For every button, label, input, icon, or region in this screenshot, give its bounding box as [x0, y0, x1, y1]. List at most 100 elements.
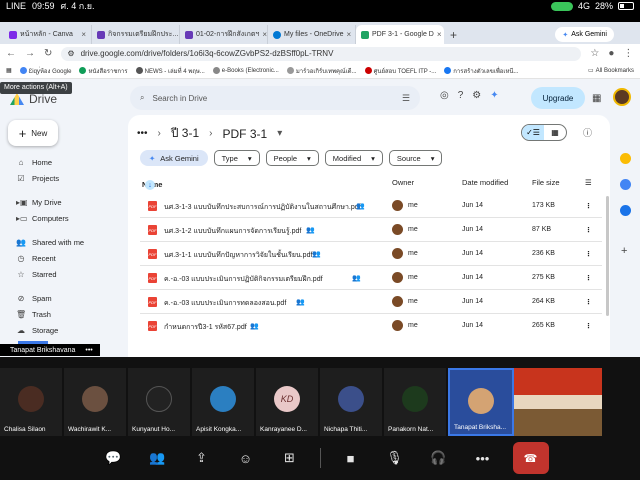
camera-icon[interactable]: ■: [329, 443, 373, 473]
gemini-sparkle-icon[interactable]: ✦: [490, 90, 498, 101]
bookmark-item[interactable]: ศูนย์สอบ TOEFL ITP -...: [364, 66, 436, 76]
offline-status-icon[interactable]: ◎: [440, 90, 449, 101]
tab-forms-2[interactable]: 01-02-การฝึกสังเกตฯ ×: [180, 25, 268, 44]
bookmark-item[interactable]: NEWS - เล่มที่ 4 พฤษ...: [135, 66, 205, 76]
people-filter[interactable]: People ▾: [265, 150, 319, 166]
tab-canva[interactable]: หน้าหลัก - Canva ×: [4, 25, 92, 44]
address-bar[interactable]: ⚙ drive.google.com/drive/folders/1o6i3q-…: [61, 46, 582, 61]
self-camera-tile[interactable]: [514, 368, 604, 436]
sort-options-icon[interactable]: ☰: [585, 178, 592, 187]
site-info-icon[interactable]: ⚙: [67, 49, 74, 58]
table-row[interactable]: PDF กำหนดการปี3-1 รหัส67.pdf 👥 me Jun 14…: [140, 314, 602, 338]
breadcrumb-parent[interactable]: ปี 3-1: [171, 124, 199, 143]
more-actions-icon[interactable]: ⋮: [585, 226, 592, 234]
sidebar-item-my-drive[interactable]: ▸▣ My Drive: [8, 194, 120, 210]
more-breadcrumb-icon[interactable]: •••: [137, 128, 148, 139]
close-icon[interactable]: ×: [437, 30, 442, 39]
help-icon[interactable]: ?: [458, 90, 464, 101]
close-icon[interactable]: ×: [347, 30, 352, 39]
bookmark-item[interactable]: Ɛiqy่ห้อง Google: [19, 66, 71, 76]
tasks-icon[interactable]: [620, 179, 631, 190]
star-icon[interactable]: ☆: [590, 48, 599, 59]
page-title[interactable]: PDF 3-1: [223, 127, 268, 141]
participants-icon[interactable]: 👥: [136, 443, 180, 473]
keep-icon[interactable]: [620, 153, 631, 164]
more-actions-icon[interactable]: ⋮: [585, 202, 592, 210]
forward-icon[interactable]: →: [25, 48, 35, 59]
menu-icon[interactable]: ⋮: [623, 48, 633, 59]
column-modified[interactable]: Date modified: [462, 178, 508, 187]
type-filter[interactable]: Type ▾: [213, 150, 260, 166]
tab-forms-1[interactable]: กิจกรรมเตรียมฝึกประ...×: [92, 25, 180, 44]
more-actions-icon[interactable]: ⋮: [585, 274, 592, 282]
upgrade-button[interactable]: Upgrade: [531, 87, 585, 109]
participant-tile[interactable]: Chalisa Silaon: [0, 368, 64, 436]
grid-view-icon[interactable]: ▦: [544, 125, 566, 140]
new-button[interactable]: + New: [8, 120, 58, 146]
more-actions-icon[interactable]: ⋮: [585, 322, 592, 330]
share-screen-icon[interactable]: ⇪: [180, 443, 224, 473]
table-row[interactable]: PDF ค.-อ.-03 แบบประเมินการปฏิบัติกิจกรรม…: [140, 266, 602, 290]
table-row[interactable]: PDF นศ.3-1-2 แบบบันทึกแผนการจัดการเรียนร…: [140, 218, 602, 242]
sidebar-item-trash[interactable]: 🗑 Trash: [8, 306, 120, 322]
back-icon[interactable]: ←: [6, 48, 16, 59]
chat-icon[interactable]: 💬: [92, 443, 136, 473]
more-icon[interactable]: •••: [461, 443, 505, 473]
search-bar[interactable]: ⌕ Search in Drive ☰: [130, 86, 420, 110]
participant-tile[interactable]: Wachirawit K...: [64, 368, 128, 436]
tab-drive[interactable]: PDF 3-1 - Google D ×: [356, 25, 444, 44]
tab-onedrive[interactable]: My files - OneDrive ×: [268, 25, 356, 44]
more-icon[interactable]: •••: [85, 347, 92, 354]
settings-gear-icon[interactable]: ⚙: [472, 90, 481, 101]
profile-icon[interactable]: ●: [608, 48, 614, 59]
table-row[interactable]: PDF นศ.3-1-3 แบบบันทึกประสบการณ์การปฏิบั…: [140, 194, 602, 218]
bookmark-item[interactable]: หนังสือราชการ: [79, 66, 128, 76]
close-icon[interactable]: ×: [262, 30, 267, 39]
table-row[interactable]: PDF ค.-อ.-03 แบบประเมินการทดลองสอน.pdf 👥…: [140, 290, 602, 314]
microphone-icon[interactable]: 🎙: [373, 443, 417, 473]
apps-grid-icon[interactable]: ▦: [6, 67, 12, 74]
participant-tile-active[interactable]: Tanapat Briksha...: [448, 368, 514, 436]
search-options-icon[interactable]: ☰: [402, 93, 410, 104]
bookmark-item[interactable]: มาร์วอเกิร์บเทพคุณ์เดี...: [286, 66, 357, 76]
reload-icon[interactable]: ↻: [44, 48, 52, 59]
sidebar-item-home[interactable]: ⌂ Home: [8, 154, 120, 170]
info-icon[interactable]: ⓘ: [583, 126, 592, 139]
column-size[interactable]: File size: [532, 178, 560, 187]
list-view-icon[interactable]: ✓☰: [522, 125, 544, 140]
drive-logo[interactable]: Drive: [10, 92, 57, 106]
account-avatar[interactable]: [613, 88, 631, 106]
bookmark-item[interactable]: การสร้างตัวเลขเพื่อเหนี...: [444, 66, 519, 76]
search-input[interactable]: Search in Drive: [152, 94, 207, 103]
sidebar-item-recent[interactable]: ◷ Recent: [8, 250, 120, 266]
ask-gemini-chip[interactable]: ✦ Ask Gemini: [140, 150, 208, 166]
close-icon[interactable]: ×: [81, 30, 86, 39]
end-call-button[interactable]: ☎: [512, 442, 549, 474]
all-bookmarks[interactable]: ▭ All Bookmarks: [588, 67, 634, 75]
sidebar-item-shared[interactable]: 👥 Shared with me: [8, 234, 120, 250]
participant-tile[interactable]: KD Kanrayanee D...: [256, 368, 320, 436]
table-row[interactable]: PDF นศ.3-1-1 แบบบันทึกปัญหาการวิจัยในชั้…: [140, 242, 602, 266]
modified-filter[interactable]: Modified ▾: [324, 150, 383, 166]
ask-gemini-tab-button[interactable]: ✦ Ask Gemini: [555, 27, 614, 42]
more-actions-icon[interactable]: ⋮: [585, 250, 592, 258]
participant-tile[interactable]: Kunyanut Ho...: [128, 368, 192, 436]
headphones-icon[interactable]: 🎧: [417, 443, 461, 473]
bookmark-item[interactable]: e-Books (Electronic...: [212, 67, 279, 74]
add-addon-icon[interactable]: +: [621, 245, 627, 257]
sidebar-item-computers[interactable]: ▸▭ Computers: [8, 210, 120, 226]
participant-tile[interactable]: Nichapa Thiti...: [320, 368, 384, 436]
more-actions-icon[interactable]: ⋮: [585, 298, 592, 306]
apps-icon[interactable]: ⊞: [268, 443, 312, 473]
participant-tile[interactable]: Apisit Kongka...: [192, 368, 256, 436]
scrollbar[interactable]: [606, 196, 609, 316]
caret-down-icon[interactable]: ▾: [277, 128, 282, 139]
sidebar-item-projects[interactable]: ☑ Projects: [8, 170, 120, 186]
participant-tile[interactable]: Panakorn Nat...: [384, 368, 448, 436]
source-filter[interactable]: Source ▾: [388, 150, 443, 166]
sidebar-item-spam[interactable]: ⊘ Spam: [8, 290, 120, 306]
sidebar-item-starred[interactable]: ☆ Starred: [8, 266, 120, 282]
effects-icon[interactable]: ☺: [224, 443, 268, 473]
sidebar-item-storage[interactable]: ☁ Storage: [8, 322, 120, 338]
column-owner[interactable]: Owner: [392, 178, 414, 187]
